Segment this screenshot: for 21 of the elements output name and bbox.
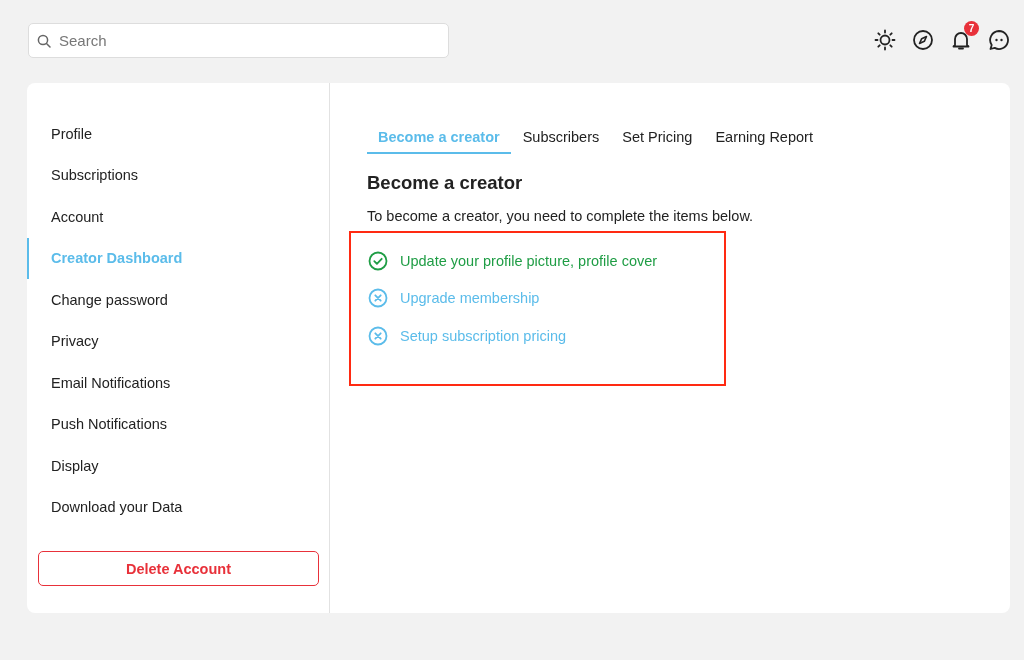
tab[interactable]: Earning Report [704,125,824,154]
delete-account-button[interactable]: Delete Account [38,551,319,586]
sidebar-item[interactable]: Download your Data [27,486,329,528]
sidebar-item[interactable]: Push Notifications [27,403,329,445]
sidebar-item[interactable]: Change password [27,279,329,321]
requirement-link[interactable]: Update your profile picture, profile cover [400,252,658,269]
description-text: To become a creator, you need to complete the items below. [367,208,755,224]
sidebar-item[interactable]: Privacy [27,320,329,362]
section-heading: Become a creator [367,172,524,194]
sidebar-item[interactable]: Profile [27,113,329,155]
tab[interactable]: Subscribers [511,125,611,154]
sidebar-item[interactable]: Subscriptions [27,154,329,196]
sidebar-item[interactable]: Display [27,445,329,487]
search-field[interactable]: Search [28,22,449,58]
sidebar-item[interactable]: Account [27,196,329,238]
sidebar-item[interactable]: Email Notifications [27,362,329,404]
notification-badge: 7 [964,21,979,36]
sun-icon[interactable] [874,29,896,51]
chat-icon[interactable] [988,29,1010,51]
tab[interactable]: Set Pricing [611,125,704,154]
compass-icon[interactable] [912,29,934,51]
